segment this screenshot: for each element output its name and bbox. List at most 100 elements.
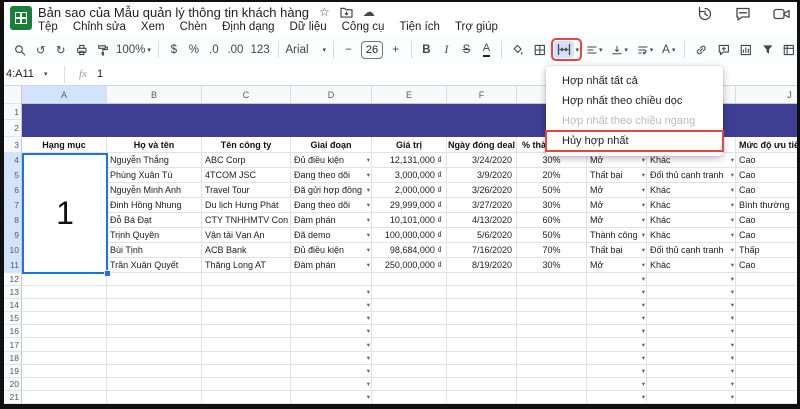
cell-dropdown-icon[interactable]: ▾ xyxy=(642,301,645,309)
cell[interactable] xyxy=(447,364,517,378)
column-header-F[interactable]: F xyxy=(447,86,517,104)
cell[interactable]: Đã demo ▾ xyxy=(291,228,372,243)
cell[interactable] xyxy=(202,286,291,300)
cell[interactable]: Khác ▾ xyxy=(647,228,736,243)
cell[interactable]: Đang theo dõi ▾ xyxy=(291,168,372,183)
increase-decimal-button[interactable]: .00 xyxy=(227,40,244,60)
cell[interactable] xyxy=(736,390,800,404)
cell[interactable]: 50% xyxy=(517,183,587,198)
menu-file[interactable]: Tệp xyxy=(38,21,58,35)
paint-format-icon[interactable] xyxy=(95,40,111,60)
menu-data[interactable]: Dữ liệu xyxy=(290,21,327,35)
cell-dropdown-icon[interactable]: ▾ xyxy=(642,380,645,388)
cell-dropdown-icon[interactable]: ▾ xyxy=(367,231,370,239)
cell-dropdown-icon[interactable]: ▾ xyxy=(642,275,645,283)
row-header-17[interactable]: 17 xyxy=(4,338,22,352)
cell[interactable]: Nguyễn Minh Anh xyxy=(107,183,202,198)
cloud-status-icon[interactable]: ☁ xyxy=(363,6,375,18)
cell[interactable]: ABC Corp xyxy=(202,153,291,168)
cell[interactable]: ▾ xyxy=(291,390,372,404)
cell[interactable]: Phùng Xuân Tú xyxy=(107,168,202,183)
cell[interactable]: Mở ▾ xyxy=(587,198,647,213)
cell[interactable]: Bình thường xyxy=(736,198,800,213)
cell[interactable] xyxy=(107,312,202,326)
menu-item-merge-all[interactable]: Hợp nhất tất cả xyxy=(546,71,723,91)
cell-dropdown-icon[interactable]: ▾ xyxy=(731,288,734,296)
text-wrap-button[interactable]: ▾ xyxy=(636,40,655,60)
create-filter-icon[interactable] xyxy=(760,40,776,60)
borders-button[interactable] xyxy=(532,40,548,60)
cell[interactable] xyxy=(22,299,107,313)
cell[interactable]: ▾ xyxy=(587,338,647,352)
insert-chart-icon[interactable] xyxy=(738,40,754,60)
cell-dropdown-icon[interactable]: ▾ xyxy=(731,301,734,309)
cell[interactable] xyxy=(517,338,587,352)
cell[interactable] xyxy=(736,364,800,378)
font-select[interactable]: Arial ▾ xyxy=(286,40,327,60)
cell[interactable]: Khác ▾ xyxy=(647,183,736,198)
cell[interactable] xyxy=(22,351,107,365)
cell-dropdown-icon[interactable]: ▾ xyxy=(367,261,370,269)
decrease-decimal-button[interactable]: .0 xyxy=(207,40,221,60)
cell-dropdown-icon[interactable]: ▾ xyxy=(731,246,734,254)
cell-dropdown-icon[interactable]: ▾ xyxy=(731,231,734,239)
column-header-D[interactable]: D xyxy=(291,86,372,104)
cell[interactable]: Thất bại ▾ xyxy=(587,243,647,258)
cell[interactable] xyxy=(447,377,517,391)
cell-dropdown-icon[interactable]: ▾ xyxy=(731,216,734,224)
menu-extensions[interactable]: Tiện ích xyxy=(399,21,439,35)
cell[interactable] xyxy=(736,299,800,313)
column-header-A[interactable]: A xyxy=(22,86,107,104)
column-header-B[interactable]: B xyxy=(107,86,202,104)
cell[interactable]: Thấp xyxy=(736,243,800,258)
column-header-J[interactable]: J xyxy=(736,86,800,104)
cell[interactable]: Du lịch Hưng Phát xyxy=(202,198,291,213)
cell[interactable]: Đủ điều kiện ▾ xyxy=(291,153,372,168)
cell[interactable]: 3,000,000 ₫ xyxy=(372,168,447,183)
cell[interactable]: 30% xyxy=(517,198,587,213)
cell[interactable]: 30% xyxy=(517,258,587,273)
cell-dropdown-icon[interactable]: ▾ xyxy=(642,327,645,335)
cell[interactable]: 3/9/2020 xyxy=(447,168,517,183)
fill-handle[interactable] xyxy=(104,270,111,277)
text-rotation-button[interactable]: A ▾ xyxy=(661,40,676,60)
cell[interactable]: 3/27/2020 xyxy=(447,198,517,213)
column-title-cell[interactable]: Ngày đóng deal xyxy=(447,137,517,153)
cell[interactable] xyxy=(22,325,107,339)
insert-comment-icon[interactable] xyxy=(716,40,732,60)
cell-dropdown-icon[interactable]: ▾ xyxy=(731,261,734,269)
cell[interactable]: Đinh Hồng Nhung xyxy=(107,198,202,213)
cell-dropdown-icon[interactable]: ▾ xyxy=(642,341,645,349)
cell[interactable] xyxy=(447,338,517,352)
cell[interactable]: Đủ điều kiện ▾ xyxy=(291,243,372,258)
column-title-cell[interactable]: Tên công ty xyxy=(202,137,291,153)
cell[interactable]: ▾ xyxy=(647,299,736,313)
cell[interactable] xyxy=(291,273,372,287)
cell[interactable] xyxy=(517,312,587,326)
cell[interactable]: ▾ xyxy=(587,351,647,365)
cell[interactable]: Khác ▾ xyxy=(647,258,736,273)
document-title[interactable]: Bản sao của Mẫu quản lý thông tin khách … xyxy=(38,5,309,20)
cell[interactable]: ▾ xyxy=(587,325,647,339)
cell-dropdown-icon[interactable]: ▾ xyxy=(642,288,645,296)
row-header-20[interactable]: 20 xyxy=(4,377,22,391)
cell-dropdown-icon[interactable]: ▾ xyxy=(642,367,645,375)
cell[interactable]: 8/19/2020 xyxy=(447,258,517,273)
cell-dropdown-icon[interactable]: ▾ xyxy=(731,171,734,179)
cell[interactable]: ▾ xyxy=(647,351,736,365)
cell[interactable]: Cao xyxy=(736,183,800,198)
cell[interactable] xyxy=(517,273,587,287)
cell[interactable] xyxy=(447,390,517,404)
cell-dropdown-icon[interactable]: ▾ xyxy=(367,301,370,309)
column-title-cell[interactable]: Giá trị xyxy=(372,137,447,153)
print-icon[interactable] xyxy=(74,40,90,60)
cell[interactable] xyxy=(517,390,587,404)
cell[interactable]: 7/16/2020 xyxy=(447,243,517,258)
cell[interactable]: 100,000,000 ₫ xyxy=(372,228,447,243)
cell[interactable] xyxy=(22,377,107,391)
cell[interactable]: ▾ xyxy=(647,325,736,339)
cell[interactable]: ▾ xyxy=(291,351,372,365)
cell[interactable]: 29,999,000 ₫ xyxy=(372,198,447,213)
cell[interactable]: 10,101,000 ₫ xyxy=(372,213,447,228)
cell[interactable]: ▾ xyxy=(647,390,736,404)
